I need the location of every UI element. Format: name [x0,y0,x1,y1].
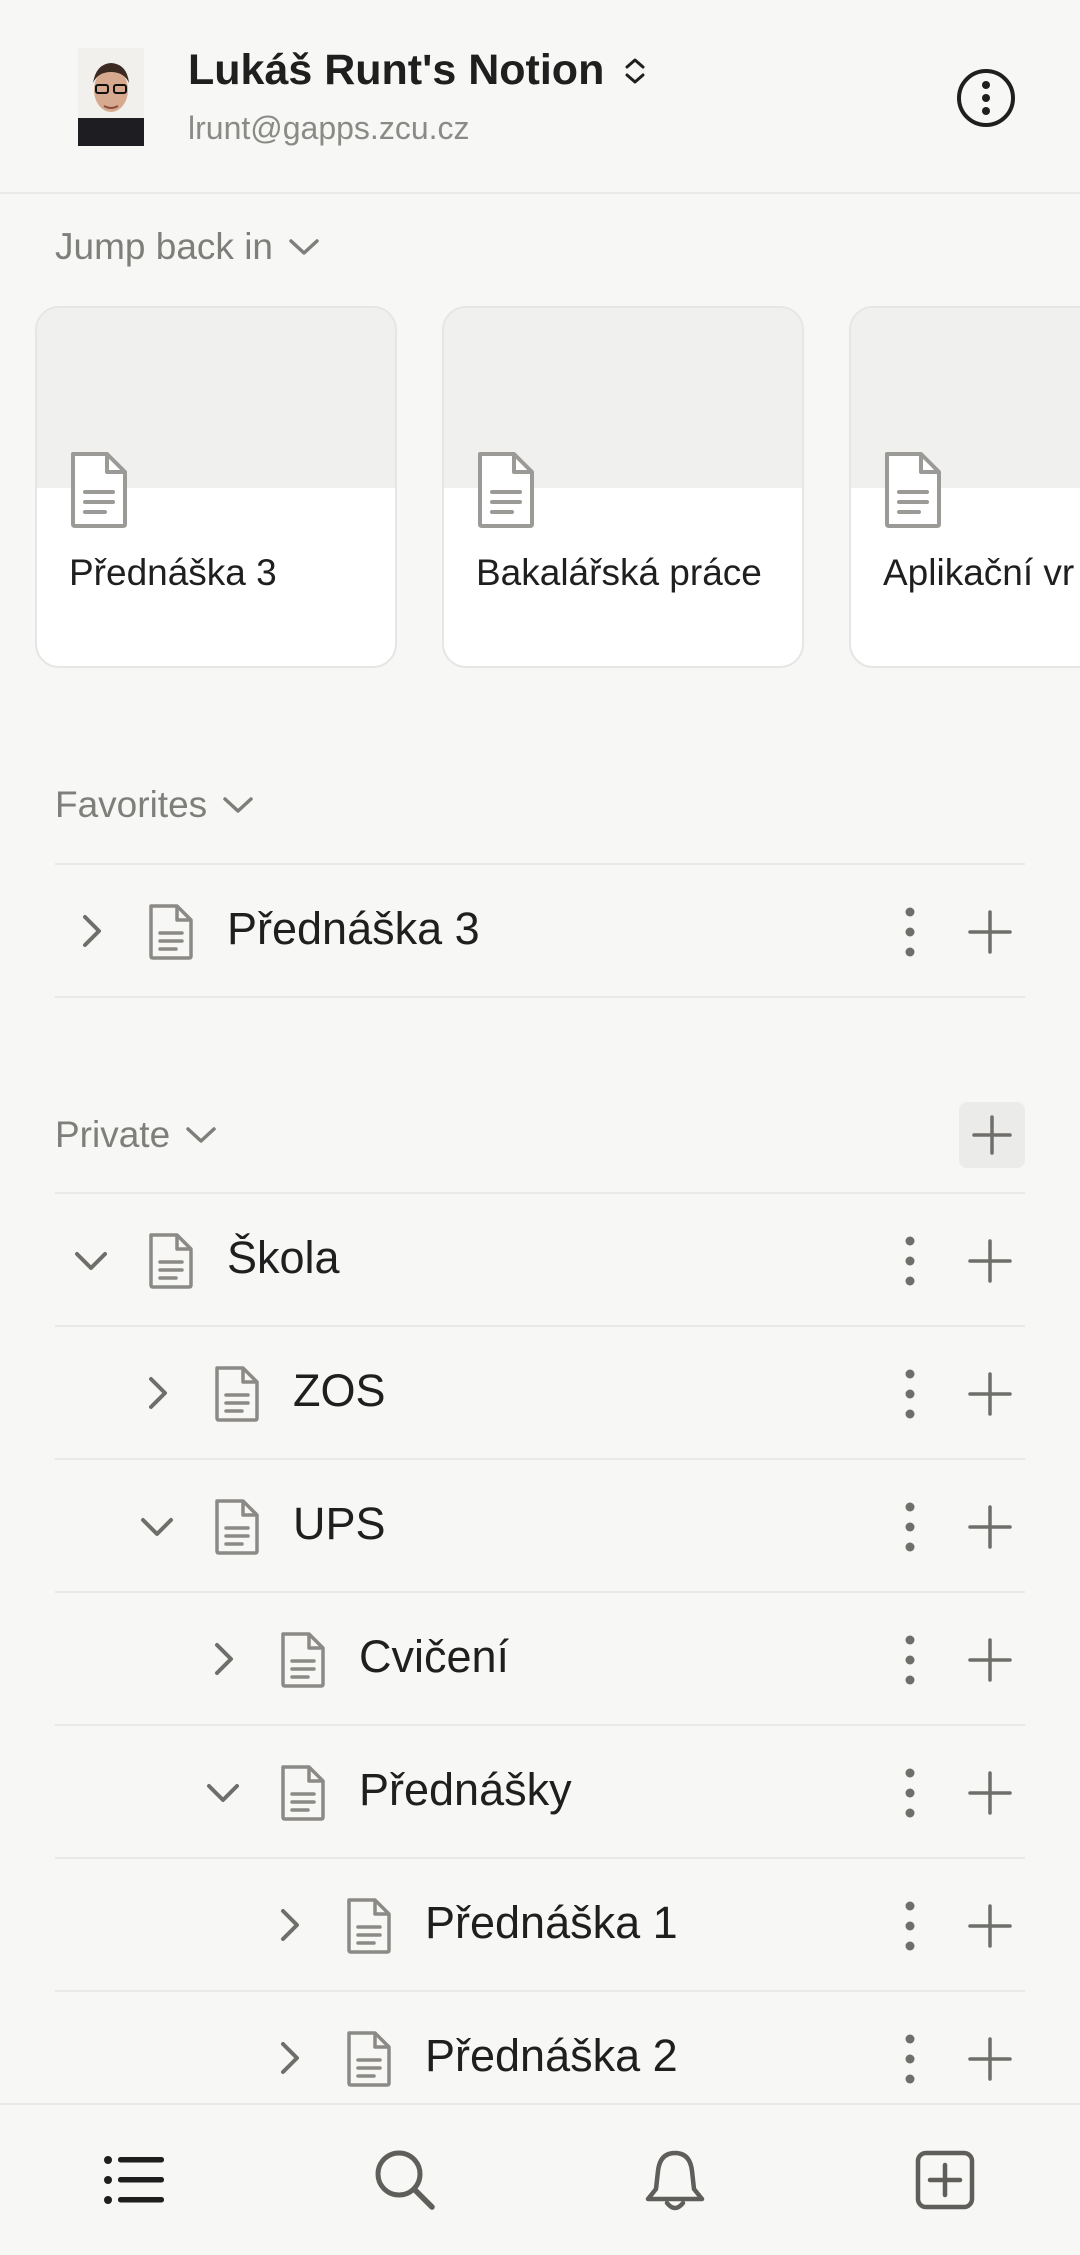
chevron-right-icon[interactable] [267,1903,311,1947]
more-vertical-icon[interactable] [895,1897,925,1955]
workspace-header: Lukáš Runt's Notion lrunt@gapps.zcu.cz [0,0,1080,194]
add-private-page-button[interactable] [959,1102,1025,1168]
favorite-page-row[interactable]: Přednáška 3 [55,865,1025,998]
page-title: Přednáška 1 [425,1897,678,1948]
private-page-row[interactable]: Škola [55,1194,1025,1327]
chevron-right-icon[interactable] [201,1637,245,1681]
workspace-name[interactable]: Lukáš Runt's Notion [188,46,648,97]
page-title: Přednášky [359,1764,572,1815]
chevron-right-icon [83,915,101,947]
private-page-row[interactable]: Cvičení [55,1593,1025,1726]
page-icon [281,1632,325,1688]
new-page-icon [915,2150,975,2210]
jump-back-in-header[interactable]: Jump back in [55,226,321,268]
bottom-navigation [0,2103,1080,2255]
sidebar-button[interactable] [100,2145,170,2215]
page-icon [478,452,534,528]
page-icon [347,1898,391,1954]
bell-icon [645,2150,705,2211]
new-page-button[interactable] [910,2145,980,2215]
plus-icon[interactable] [967,1770,1013,1816]
plus-icon[interactable] [967,1504,1013,1550]
plus-icon[interactable] [967,1371,1013,1417]
more-vertical-icon [957,69,1015,127]
recent-page-card[interactable]: Bakalářská práce [442,306,804,668]
card-title: Bakalářská práce [476,552,762,593]
page-title: Cvičení [359,1631,510,1682]
list-icon [104,2156,164,2204]
page-title: ZOS [293,1365,386,1416]
plus-icon[interactable] [967,1903,1013,1949]
favorites-label: Favorites [55,784,208,825]
favorites-header[interactable]: Favorites [55,784,255,826]
recent-pages-carousel[interactable]: Přednáška 3 Bakalářská práce Aplikační v… [35,306,1080,668]
more-vertical-icon[interactable] [895,1232,925,1290]
private-page-row[interactable]: UPS [55,1460,1025,1593]
page-icon [149,1233,193,1289]
more-vertical-icon[interactable] [895,1631,925,1689]
more-vertical-icon[interactable] [895,903,925,961]
more-vertical-icon[interactable] [895,1365,925,1423]
card-title: Aplikační vr [883,552,1075,593]
page-icon [215,1499,259,1555]
plus-icon[interactable] [967,1238,1013,1284]
private-label: Private [55,1114,171,1155]
page-icon [885,452,941,528]
chevron-down-icon [186,1127,216,1143]
page-icon [149,904,193,960]
more-vertical-icon[interactable] [895,2030,925,2088]
plus-icon[interactable] [967,1637,1013,1683]
more-options-button[interactable] [954,66,1018,130]
search-button[interactable] [370,2145,440,2215]
chevron-down-icon [289,239,319,255]
search-icon [375,2150,435,2210]
page-title: UPS [293,1498,386,1549]
recent-page-card[interactable]: Přednáška 3 [35,306,397,668]
private-page-row[interactable]: Přednáška 1 [55,1859,1025,1992]
private-page-row[interactable]: Přednášky [55,1726,1025,1859]
page-title: Přednáška 3 [227,903,480,954]
chevron-down-icon[interactable] [135,1504,179,1548]
switch-workspace-icon [622,48,648,97]
chevron-right-icon[interactable] [267,2036,311,2080]
more-vertical-icon[interactable] [895,1498,925,1556]
page-title: Přednáška 2 [425,2030,678,2081]
workspace-email: lrunt@gapps.zcu.cz [188,110,470,146]
card-title: Přednáška 3 [69,552,277,593]
plus-icon[interactable] [967,2036,1013,2082]
page-icon [215,1366,259,1422]
private-header[interactable]: Private [55,1114,218,1156]
private-page-row[interactable]: ZOS [55,1327,1025,1460]
inbox-button[interactable] [640,2145,710,2215]
avatar[interactable] [78,48,144,146]
plus-icon [972,1115,1012,1155]
page-title: Škola [227,1232,340,1283]
more-vertical-icon[interactable] [895,1764,925,1822]
chevron-down-icon[interactable] [201,1770,245,1814]
chevron-right-icon[interactable] [135,1371,179,1415]
plus-icon[interactable] [967,909,1013,955]
page-icon [347,2031,391,2087]
workspace-name-label: Lukáš Runt's Notion [188,46,605,94]
page-icon [281,1765,325,1821]
page-icon [71,452,127,528]
recent-page-card[interactable]: Aplikační vr [849,306,1080,668]
jump-back-in-label: Jump back in [55,226,273,267]
chevron-down-icon [223,797,253,813]
chevron-down-icon[interactable] [69,1238,113,1282]
